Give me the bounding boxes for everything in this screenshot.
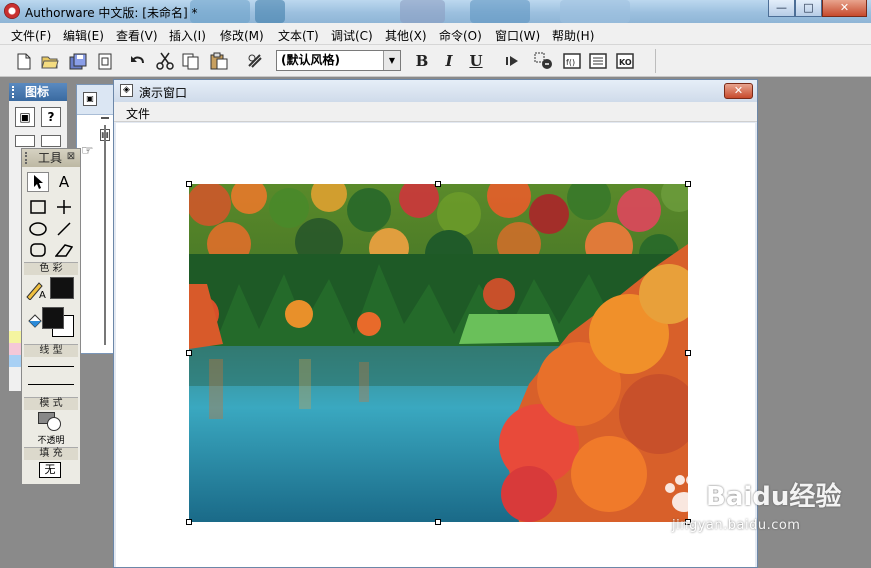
menu-file[interactable]: 文件(F) xyxy=(11,27,51,44)
svg-text:KO: KO xyxy=(619,58,632,67)
calculation-tool-icon[interactable] xyxy=(15,135,35,147)
app-icon[interactable] xyxy=(4,3,20,19)
svg-text:f(): f() xyxy=(566,58,575,67)
new-file-icon[interactable] xyxy=(14,51,34,71)
paste-icon[interactable] xyxy=(209,51,229,71)
tool-palette: 工具 ⊠ A 色 彩 A 线 型 模 式 不透明 填 充 无 xyxy=(21,148,81,485)
design-window-header: ▣ xyxy=(77,85,115,115)
mode-value: 不透明 xyxy=(37,436,65,446)
italic-button[interactable]: I xyxy=(439,51,459,71)
line-style-thin[interactable] xyxy=(28,366,74,367)
interaction-tool-icon[interactable]: ? xyxy=(41,107,61,127)
design-window[interactable]: ▣ ▤ ☞ xyxy=(76,84,116,354)
menu-bar: 文件(F) 编辑(E) 查看(V) 插入(I) 修改(M) 文本(T) 调试(C… xyxy=(0,23,871,45)
find-icon[interactable] xyxy=(245,51,265,71)
rounded-rectangle-tool-icon[interactable] xyxy=(27,240,49,260)
line-tool-icon[interactable] xyxy=(53,219,75,239)
presentation-close-button[interactable]: ✕ xyxy=(724,83,753,99)
watermark-url: jingyan.baidu.com xyxy=(672,518,801,533)
chevron-down-icon[interactable]: ▼ xyxy=(383,51,400,70)
restart-icon[interactable] xyxy=(503,51,523,71)
baidu-watermark: Baidu经验 jingyan.baidu.com xyxy=(660,470,870,550)
maximize-button[interactable]: □ xyxy=(795,0,822,17)
selection-handle-middle-right[interactable] xyxy=(685,350,691,356)
title-bar: Authorware 中文版: [未命名] * — □ ✕ xyxy=(0,0,871,23)
text-tool-icon[interactable]: A xyxy=(53,172,75,192)
minimize-button[interactable]: — xyxy=(768,0,795,17)
map-tool-icon[interactable] xyxy=(41,135,61,147)
baidu-paw-logo xyxy=(665,475,705,512)
copy-icon[interactable] xyxy=(181,51,201,71)
close-button[interactable]: ✕ xyxy=(822,0,867,17)
icon-palette-title: 图标 xyxy=(25,85,50,99)
menu-view[interactable]: 查看(V) xyxy=(116,27,158,44)
pointer-tool-icon[interactable] xyxy=(27,172,49,192)
presentation-menu-bar: 文件 xyxy=(114,102,757,122)
menu-command[interactable]: 命令(O) xyxy=(439,27,482,44)
presentation-menu-file[interactable]: 文件 xyxy=(126,105,150,122)
cut-icon[interactable] xyxy=(155,51,175,71)
design-window-icon: ▣ xyxy=(83,92,97,106)
underline-button[interactable]: U xyxy=(466,51,486,71)
oval-tool-icon[interactable] xyxy=(27,219,49,239)
tool-palette-close-icon[interactable]: ⊠ xyxy=(65,151,77,163)
toolbar: (默认风格) ▼ B I U f() KO xyxy=(0,45,871,77)
icon-palette-header[interactable]: 图标 xyxy=(9,83,67,101)
text-style-value: (默认风格) xyxy=(281,53,340,67)
svg-text:A: A xyxy=(39,290,46,300)
variables-icon[interactable] xyxy=(588,51,608,71)
selection-handle-top-right[interactable] xyxy=(685,181,691,187)
polygon-tool-icon[interactable] xyxy=(53,240,75,260)
line-style-normal[interactable] xyxy=(28,384,74,385)
line-section-label: 线 型 xyxy=(24,344,78,357)
window-title: Authorware 中文版: [未命名] * xyxy=(25,6,198,20)
mode-opaque-icon[interactable] xyxy=(38,412,64,431)
display-tool-icon[interactable]: ▣ xyxy=(15,107,35,127)
palette-color-swatches xyxy=(9,331,21,391)
menu-modify[interactable]: 修改(M) xyxy=(220,27,264,44)
presentation-title-bar[interactable]: ◈ 演示窗口 ✕ xyxy=(114,80,757,102)
presentation-window-title: 演示窗口 xyxy=(139,86,188,100)
selection-handle-bottom-center[interactable] xyxy=(435,519,441,525)
bold-button[interactable]: B xyxy=(412,51,432,71)
flowline-start-marker xyxy=(101,117,109,125)
fill-section-label: 填 充 xyxy=(24,447,78,460)
tool-palette-header[interactable]: 工具 ⊠ xyxy=(22,149,80,167)
text-style-select[interactable]: (默认风格) ▼ xyxy=(276,50,401,71)
menu-other[interactable]: 其他(X) xyxy=(385,27,427,44)
open-folder-icon[interactable] xyxy=(40,51,60,71)
rectangle-tool-icon[interactable] xyxy=(27,197,49,217)
selection-handle-bottom-left[interactable] xyxy=(186,519,192,525)
menu-edit[interactable]: 编辑(E) xyxy=(63,27,104,44)
import-icon[interactable] xyxy=(95,51,115,71)
mode-section-label: 模 式 xyxy=(24,397,78,410)
menu-text[interactable]: 文本(T) xyxy=(278,27,319,44)
line-color-swatch[interactable] xyxy=(50,277,74,299)
functions-icon[interactable]: f() xyxy=(562,51,582,71)
selection-handle-middle-left[interactable] xyxy=(186,350,192,356)
fill-pattern-none[interactable]: 无 xyxy=(39,462,61,478)
presentation-window-icon: ◈ xyxy=(120,84,133,97)
watermark-brand: Baidu经验 xyxy=(706,482,842,512)
paste-hand-icon[interactable]: ☞ xyxy=(81,143,94,159)
selection-handle-top-center[interactable] xyxy=(435,181,441,187)
crosshair-tool-icon[interactable] xyxy=(53,197,75,217)
save-all-icon[interactable] xyxy=(68,51,88,71)
menu-window[interactable]: 窗口(W) xyxy=(495,27,540,44)
tool-palette-title: 工具 xyxy=(38,151,63,165)
control-panel-icon[interactable] xyxy=(534,51,554,71)
menu-insert[interactable]: 插入(I) xyxy=(169,27,206,44)
line-color-pencil-icon[interactable]: A xyxy=(25,280,47,300)
menu-debug[interactable]: 调试(C) xyxy=(331,27,373,44)
color-section-label: 色 彩 xyxy=(24,262,78,275)
fill-foreground-swatch[interactable] xyxy=(42,307,64,329)
menu-help[interactable]: 帮助(H) xyxy=(552,27,594,44)
autumn-lake-image[interactable] xyxy=(189,184,688,522)
flowline xyxy=(104,125,106,345)
knowledge-objects-icon[interactable]: KO xyxy=(615,51,635,71)
undo-icon[interactable] xyxy=(128,51,148,71)
selection-handle-top-left[interactable] xyxy=(186,181,192,187)
